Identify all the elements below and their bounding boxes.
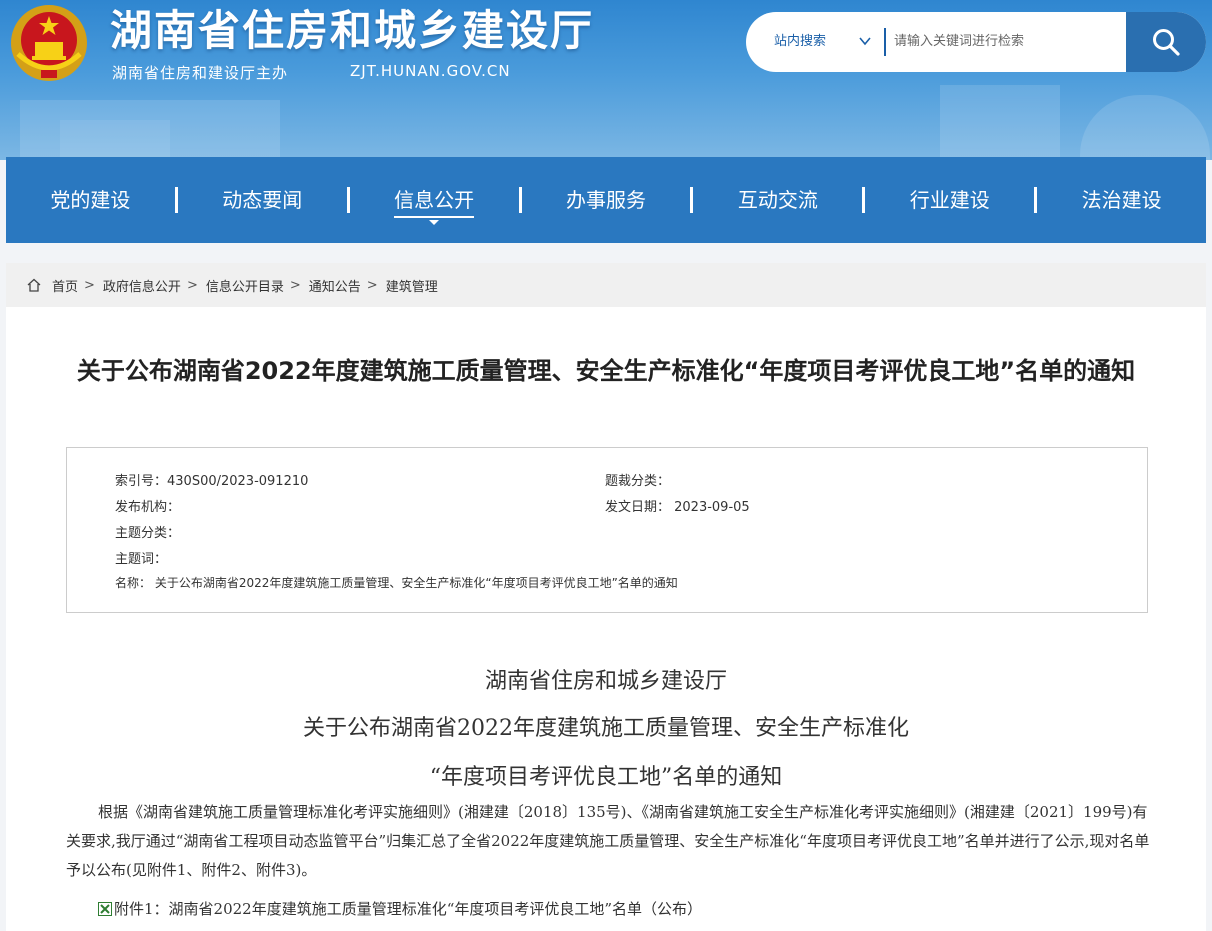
- search-icon: [1153, 29, 1180, 56]
- meta-subject-category: 主题分类：: [115, 526, 181, 541]
- meta-date: 发文日期： 2023-09-05: [605, 500, 750, 515]
- notice-heading-line1: 关于公布湖南省2022年度建筑施工质量管理、安全生产标准化: [303, 716, 909, 741]
- search-input[interactable]: [892, 26, 1126, 56]
- nav-item-interaction[interactable]: 互动交流: [693, 157, 862, 243]
- site-subtitle: 湖南省住房和建设厅主办: [112, 64, 289, 82]
- search-box: 站内搜索: [746, 12, 1206, 72]
- nav-item-info-disclosure[interactable]: 信息公开: [350, 157, 519, 243]
- site-header: 湖南省住房和城乡建设厅 湖南省住房和建设厅主办 ZJT.HUNAN.GOV.CN…: [0, 0, 1212, 160]
- breadcrumb-separator: >: [289, 277, 301, 293]
- main-nav: 党的建设 动态要闻 信息公开 办事服务 互动交流 行业建设 法治建设: [6, 157, 1206, 243]
- content-panel: 首页 > 政府信息公开 > 信息公开目录 > 通知公告 > 建筑管理 关于公布湖…: [6, 263, 1206, 931]
- breadcrumb-home[interactable]: 首页: [52, 276, 78, 295]
- body-paragraph: 根据《湖南省建筑施工质量管理标准化考评实施细则》(湘建建〔2018〕135号)、…: [66, 803, 1150, 879]
- issuer-heading: 湖南省住房和城乡建设厅: [484, 669, 727, 694]
- breadcrumb-info-catalog[interactable]: 信息公开目录: [206, 276, 284, 295]
- document-meta-box: 索引号：430S00/2023-091210 题裁分类： 发布机构： 发文日期：…: [66, 447, 1148, 613]
- nav-item-industry[interactable]: 行业建设: [865, 157, 1034, 243]
- breadcrumb: 首页 > 政府信息公开 > 信息公开目录 > 通知公告 > 建筑管理: [6, 263, 1206, 307]
- attachment-link[interactable]: 附件1：湖南省2022年度建筑施工质量管理标准化“年度项目考评优良工地”名单（公…: [98, 898, 702, 919]
- search-button[interactable]: [1126, 12, 1206, 72]
- meta-publisher: 发布机构：: [115, 500, 181, 515]
- breadcrumb-notices[interactable]: 通知公告: [309, 276, 361, 295]
- national-emblem-icon: [11, 5, 87, 81]
- attachment-label[interactable]: 附件1：湖南省2022年度建筑施工质量管理标准化“年度项目考评优良工地”名单（公…: [114, 898, 702, 919]
- breadcrumb-separator: >: [366, 277, 378, 293]
- breadcrumb-construction[interactable]: 建筑管理: [386, 276, 438, 295]
- search-scope-select[interactable]: 站内搜索: [774, 12, 826, 72]
- meta-topic-category: 题裁分类：: [605, 474, 671, 489]
- meta-keywords: 主题词：: [115, 552, 168, 567]
- notice-heading-line2: “年度项目考评优良工地”名单的通知: [429, 765, 783, 790]
- search-divider: [884, 28, 886, 56]
- breadcrumb-separator: >: [186, 277, 198, 293]
- breadcrumb-separator: >: [84, 277, 95, 293]
- home-icon: [27, 278, 41, 292]
- nav-item-news[interactable]: 动态要闻: [178, 157, 347, 243]
- page-title: 关于公布湖南省2022年度建筑施工质量管理、安全生产标准化“年度项目考评优良工地…: [76, 357, 1136, 385]
- excel-file-icon: [98, 901, 112, 916]
- nav-item-party-building[interactable]: 党的建设: [6, 157, 175, 243]
- nav-item-services[interactable]: 办事服务: [522, 157, 691, 243]
- site-domain[interactable]: ZJT.HUNAN.GOV.CN: [350, 62, 511, 80]
- meta-index: 索引号：430S00/2023-091210: [115, 474, 309, 489]
- site-title: 湖南省住房和城乡建设厅: [110, 6, 595, 55]
- chevron-down-icon[interactable]: [858, 34, 872, 48]
- breadcrumb-gov-info[interactable]: 政府信息公开: [103, 276, 181, 295]
- nav-item-rule-of-law[interactable]: 法治建设: [1037, 157, 1206, 243]
- meta-name: 名称： 关于公布湖南省2022年度建筑施工质量管理、安全生产标准化“年度项目考评…: [115, 576, 678, 590]
